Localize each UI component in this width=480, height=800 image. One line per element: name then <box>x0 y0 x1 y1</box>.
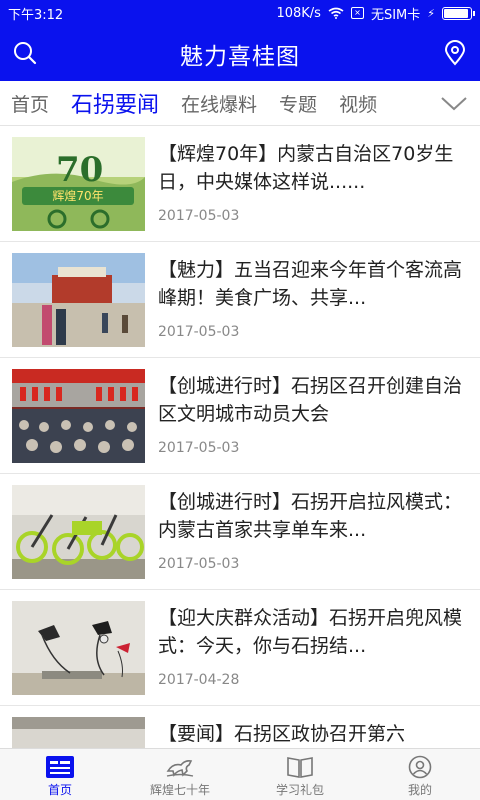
sim-card-icon: × <box>350 7 364 19</box>
nav-label: 我的 <box>407 783 432 797</box>
nav-label: 学习礼包 <box>275 783 324 797</box>
news-item[interactable]: 70 辉煌70年 【辉煌70年】内蒙古自治区70岁生日，中央媒体这样说.....… <box>0 126 480 242</box>
news-thumbnail <box>12 717 145 748</box>
charging-icon: ⚡ <box>427 6 435 20</box>
thumbnail-caption: 辉煌70年 <box>52 189 103 203</box>
news-thumbnail <box>12 369 145 463</box>
app-header: 魅力喜桂图 <box>0 26 480 81</box>
network-speed: 108K/s <box>276 5 321 21</box>
bottom-nav: 首页 辉煌七十年 学习礼包 我的 <box>0 748 480 800</box>
tab-video[interactable]: 视频 <box>339 90 377 117</box>
newspaper-icon <box>46 756 74 778</box>
news-title: 【魅力】五当召迎来今年首个客流高峰期！美食广场、共享... <box>158 259 463 309</box>
news-title: 【创城进行时】石拐区召开创建自治区文明城市动员大会 <box>158 375 463 425</box>
search-icon[interactable] <box>12 40 38 66</box>
news-date: 2017-05-03 <box>158 556 240 572</box>
news-item[interactable]: 【要闻】石拐区政协召开第六 <box>0 706 480 748</box>
news-title: 【要闻】石拐区政协召开第六 <box>158 723 406 745</box>
book-icon <box>287 757 313 778</box>
sim-status: 无SIM卡 <box>370 7 421 23</box>
news-date: 2017-05-03 <box>158 324 240 340</box>
nav-label: 首页 <box>47 783 72 797</box>
news-thumbnail <box>12 601 145 695</box>
tab-topics[interactable]: 专题 <box>279 90 317 117</box>
nav-study-pack[interactable]: 学习礼包 <box>240 749 360 800</box>
svg-text:70: 70 <box>56 150 103 190</box>
category-tabs: 首页 石拐要闻 在线爆料 专题 视频 <box>0 81 480 126</box>
news-thumbnail: 70 辉煌70年 <box>12 137 145 231</box>
nav-glorious-seventy[interactable]: 辉煌七十年 <box>120 749 240 800</box>
news-title: 【辉煌70年】内蒙古自治区70岁生日，中央媒体这样说...... <box>158 143 454 193</box>
chevron-down-icon[interactable] <box>440 92 468 114</box>
location-pin-icon[interactable] <box>442 40 468 66</box>
nav-label: 辉煌七十年 <box>149 783 210 797</box>
news-date: 2017-04-28 <box>158 672 240 688</box>
user-profile-icon <box>408 755 432 779</box>
nav-home[interactable]: 首页 <box>0 749 120 800</box>
tab-home[interactable]: 首页 <box>11 90 49 117</box>
news-thumbnail <box>12 253 145 347</box>
news-thumbnail <box>12 485 145 579</box>
news-date: 2017-05-03 <box>158 208 240 224</box>
news-item[interactable]: 【迎大庆群众活动】石拐开启兜风模式：今天，你与石拐结... 2017-04-28 <box>0 590 480 706</box>
status-right: 108K/s × 无SIM卡 ⚡ <box>276 4 475 23</box>
news-title: 【创城进行时】石拐开启拉风模式：内蒙古首家共享单车来... <box>158 491 463 541</box>
horse-icon <box>166 760 194 777</box>
news-list: 70 辉煌70年 【辉煌70年】内蒙古自治区70岁生日，中央媒体这样说.....… <box>0 126 480 748</box>
news-title: 【迎大庆群众活动】石拐开启兜风模式：今天，你与石拐结... <box>158 607 463 657</box>
status-time: 下午3:12 <box>8 7 64 23</box>
nav-profile[interactable]: 我的 <box>360 749 480 800</box>
wifi-icon <box>328 7 344 19</box>
news-item[interactable]: 【创城进行时】石拐区召开创建自治区文明城市动员大会 2017-05-03 <box>0 358 480 474</box>
tab-online-report[interactable]: 在线爆料 <box>181 90 257 117</box>
battery-icon <box>442 6 475 20</box>
news-item[interactable]: 【创城进行时】石拐开启拉风模式：内蒙古首家共享单车来... 2017-05-03 <box>0 474 480 590</box>
news-item[interactable]: 【魅力】五当召迎来今年首个客流高峰期！美食广场、共享... 2017-05-03 <box>0 242 480 358</box>
news-date: 2017-05-03 <box>158 440 240 456</box>
status-bar: 下午3:12 108K/s × 无SIM卡 ⚡ <box>0 0 480 26</box>
tab-shiguai-news[interactable]: 石拐要闻 <box>71 87 159 119</box>
page-title: 魅力喜桂图 <box>180 43 300 70</box>
